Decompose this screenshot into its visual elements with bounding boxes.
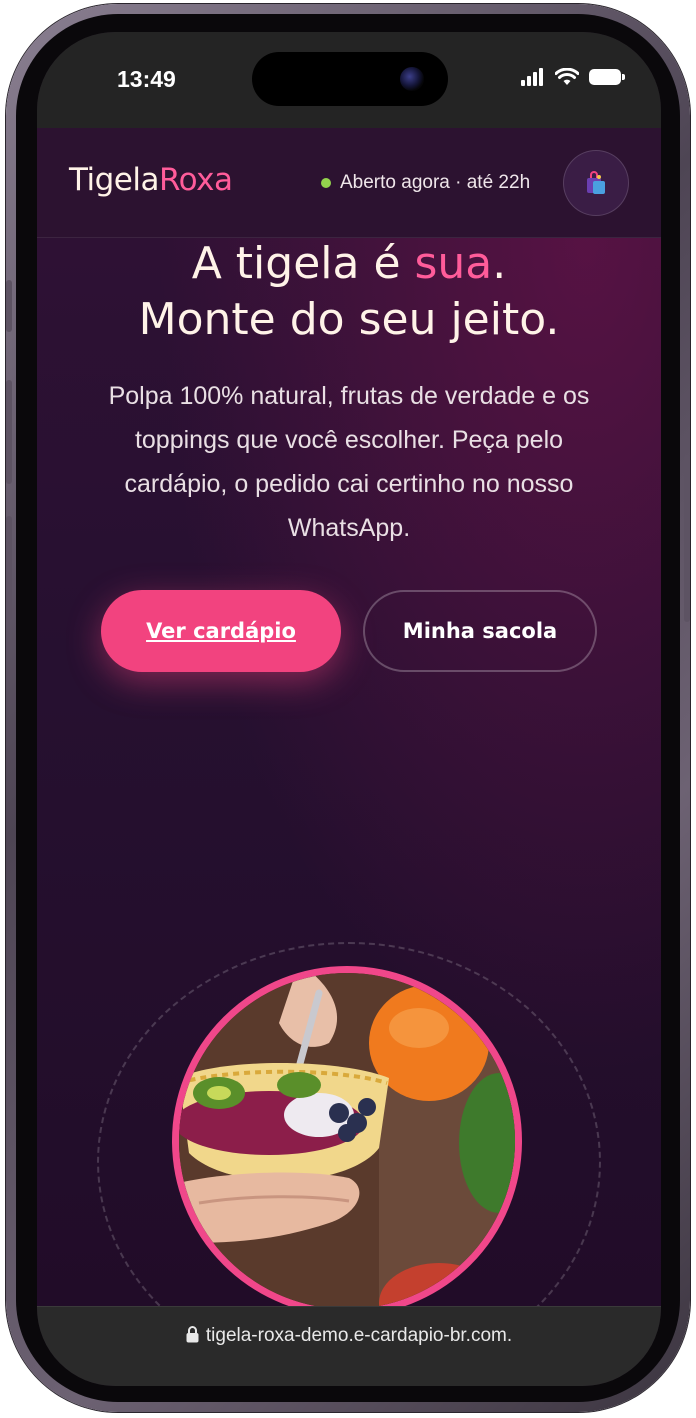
camera-icon (400, 67, 424, 91)
signal-icon (521, 68, 545, 86)
url-display: tigela-roxa-demo.e-cardapio-br.com. (37, 1325, 661, 1347)
logo-text-part1: Tigela (69, 162, 159, 198)
hero-subtitle: Polpa 100% natural, frutas de verdade e … (108, 382, 590, 542)
hero-title-line1: A tigela é sua. (37, 236, 661, 292)
open-status-text: Aberto agora · até 22h (340, 172, 531, 193)
volume-up-button (6, 380, 12, 484)
power-button (684, 454, 690, 622)
hero-title-highlight: sua (414, 238, 493, 289)
phone-screen: 13:49 A tigela é sua. Monte do seu jeito… (37, 32, 661, 1386)
browser-url-bar[interactable]: tigela-roxa-demo.e-cardapio-br.com. (37, 1306, 661, 1386)
url-text: tigela-roxa-demo.e-cardapio-br.com. (205, 1325, 513, 1346)
battery-icon (589, 69, 625, 85)
status-time: 13:49 (117, 66, 176, 92)
volume-down-button (6, 516, 12, 620)
logo-text-part2: Roxa (158, 162, 233, 198)
my-bag-button[interactable]: Minha sacola (363, 590, 597, 672)
hero-title-line2: Monte do seu jeito. (138, 294, 560, 345)
dynamic-island (252, 52, 448, 106)
hero-section: A tigela é sua. Monte do seu jeito. Polp… (37, 236, 661, 1382)
status-bar: 13:49 (37, 32, 661, 128)
site-header: TigelaRoxa Aberto agora · até 22h (37, 128, 661, 238)
shopping-bag-icon (587, 171, 605, 194)
hero-title-period: . (492, 238, 507, 289)
hero-title-text: A tigela é (191, 238, 415, 289)
bag-button[interactable] (563, 150, 629, 216)
open-status: Aberto agora · até 22h (321, 172, 530, 194)
lock-icon (186, 1326, 199, 1343)
action-button (6, 280, 12, 332)
view-menu-button[interactable]: Ver cardápio (101, 590, 341, 672)
status-dot (321, 178, 331, 188)
site-logo[interactable]: TigelaRoxa (69, 162, 233, 198)
status-icons (521, 68, 625, 86)
wifi-icon (555, 68, 579, 85)
acai-bowl-photo (172, 966, 522, 1316)
